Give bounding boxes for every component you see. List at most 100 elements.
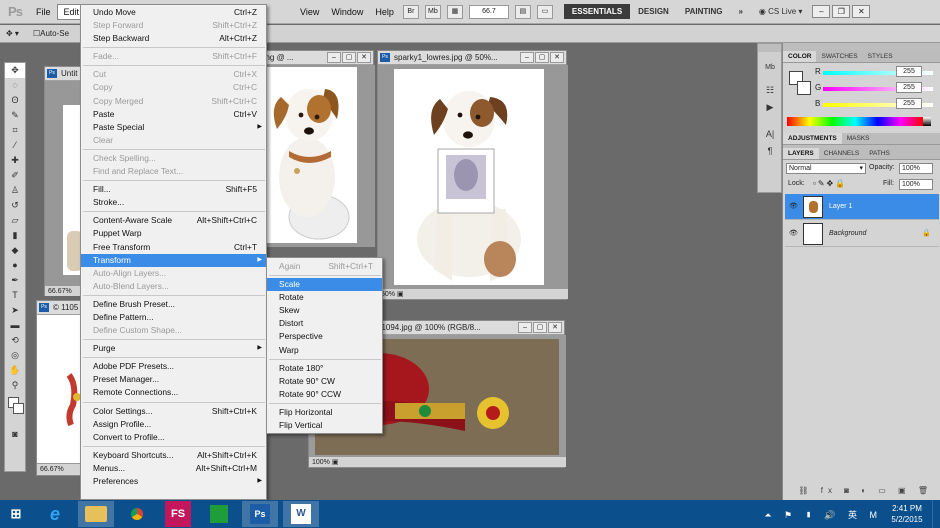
document-tab-1105[interactable]: Ps © 1105	[37, 301, 83, 315]
menu-item-stroke[interactable]: Stroke...	[81, 196, 266, 209]
minibridge-button[interactable]: Mb	[424, 4, 441, 19]
eye-icon[interactable]: 👁	[789, 229, 798, 237]
zoom-tool-icon[interactable]: ⚲	[5, 378, 25, 393]
tab-styles[interactable]: STYLES	[863, 51, 898, 62]
arrange-documents-button[interactable]: ▤	[514, 4, 531, 19]
cs-live-button[interactable]: ◉ CS Live ▾	[751, 4, 810, 19]
eyedropper-tool-icon[interactable]: ⁄	[5, 138, 25, 153]
close-button[interactable]: ✕	[852, 5, 871, 18]
stamp-tool-icon[interactable]: ♙	[5, 183, 25, 198]
transform-item-skew[interactable]: Skew	[267, 304, 382, 317]
zoom-status[interactable]: 100% ▣	[309, 456, 566, 467]
menu-item-transform[interactable]: Transform ▶	[81, 253, 266, 267]
zoom-level-button[interactable]: 66.7	[468, 4, 509, 19]
menu-file[interactable]: File	[30, 5, 57, 19]
layer-row-background[interactable]: 👁 Background 🔒	[785, 221, 939, 247]
bridge-button[interactable]: Br	[402, 4, 419, 19]
workspace-design[interactable]: DESIGN	[630, 4, 677, 19]
menu-window[interactable]: Window	[325, 5, 369, 19]
doc-close-button[interactable]: ✕	[550, 52, 564, 63]
history-panel-icon[interactable]: ☷	[760, 83, 780, 98]
paragraph-panel-icon[interactable]: ¶	[760, 144, 780, 159]
menu-item-keyboard-shortcuts[interactable]: Keyboard Shortcuts... Alt+Shift+Ctrl+K	[81, 449, 266, 462]
transform-item-rotate-180[interactable]: Rotate 180°	[267, 362, 382, 375]
transform-item-flip-horizontal[interactable]: Flip Horizontal	[267, 406, 382, 419]
doc-minimize-button[interactable]: –	[520, 52, 534, 63]
transform-item-distort[interactable]: Distort	[267, 317, 382, 330]
transform-item-scale[interactable]: Scale	[267, 278, 382, 292]
canvas[interactable]	[378, 65, 568, 288]
view-extras-button[interactable]: ▦	[446, 4, 463, 19]
menu-item-free-transform[interactable]: Free Transform Ctrl+T	[81, 241, 266, 254]
lasso-tool-icon[interactable]: ʘ	[5, 93, 25, 108]
restore-button[interactable]: ❐	[832, 5, 851, 18]
workspace-painting[interactable]: PAINTING	[677, 4, 731, 19]
photoshop-taskbar-icon[interactable]: Ps	[242, 501, 278, 527]
menu-item-remote-connections[interactable]: Remote Connections...	[81, 386, 266, 399]
screen-mode-button[interactable]: ▭	[536, 4, 553, 19]
blur-tool-icon[interactable]: ◆	[5, 243, 25, 258]
minimize-button[interactable]: –	[812, 5, 831, 18]
show-desktop-button[interactable]	[932, 500, 940, 528]
move-tool-icon[interactable]: ✥	[5, 63, 25, 78]
blend-mode-select[interactable]: Normal ▾	[786, 163, 866, 174]
tab-paths[interactable]: PATHS	[864, 148, 895, 159]
zoom-status[interactable]: 50% ▣	[378, 288, 568, 299]
doc-maximize-button[interactable]: ▢	[342, 52, 356, 63]
transform-item-rotate-90-cw[interactable]: Rotate 90° CW	[267, 375, 382, 388]
background-color-swatch[interactable]	[797, 81, 811, 95]
minibridge-panel-icon[interactable]: Mb	[760, 60, 780, 75]
more-workspaces-icon[interactable]: »	[730, 4, 750, 19]
transform-item-perspective[interactable]: Perspective	[267, 330, 382, 343]
quick-select-tool-icon[interactable]: ✎	[5, 108, 25, 123]
transform-item-rotate-90-ccw[interactable]: Rotate 90° CCW	[267, 388, 382, 401]
transform-item-flip-vertical[interactable]: Flip Vertical	[267, 419, 382, 432]
opacity-field[interactable]: 100%	[899, 163, 933, 174]
word-taskbar-icon[interactable]: W	[283, 501, 319, 527]
menu-item-convert-to-profile[interactable]: Convert to Profile...	[81, 431, 266, 444]
b-value[interactable]: 255	[896, 98, 922, 109]
menu-item-step-backward[interactable]: Step Backward Alt+Ctrl+Z	[81, 32, 266, 45]
doc-close-button[interactable]: ✕	[357, 52, 371, 63]
menu-item-fill[interactable]: Fill... Shift+F5	[81, 183, 266, 196]
r-value[interactable]: 255	[896, 66, 922, 77]
move-tool-icon[interactable]: ✥ ▾	[6, 29, 19, 38]
menu-item-paste[interactable]: Paste Ctrl+V	[81, 108, 266, 121]
system-tray-icons[interactable]: ⏶ ⚑ ▮ 🔊 英 M	[764, 508, 882, 521]
menu-item-adobe-pdf-presets[interactable]: Adobe PDF Presets...	[81, 360, 266, 373]
crop-tool-icon[interactable]: ⌗	[5, 123, 25, 138]
menu-item-color-settings[interactable]: Color Settings... Shift+Ctrl+K	[81, 405, 266, 418]
tab-color[interactable]: COLOR	[783, 51, 817, 62]
menu-item-content-aware-scale[interactable]: Content-Aware Scale Alt+Shift+Ctrl+C	[81, 214, 266, 227]
shape-tool-icon[interactable]: ▬	[5, 318, 25, 333]
hand-tool-icon[interactable]: ✋	[5, 363, 25, 378]
dodge-tool-icon[interactable]: ●	[5, 258, 25, 273]
eraser-tool-icon[interactable]: ▱	[5, 213, 25, 228]
3d-rotate-tool-icon[interactable]: ⟲	[5, 333, 25, 348]
brush-tool-icon[interactable]: ✐	[5, 168, 25, 183]
workspace-essentials[interactable]: ESSENTIALS	[563, 4, 631, 19]
tab-masks[interactable]: MASKS	[842, 133, 875, 144]
store-icon[interactable]	[201, 501, 237, 527]
menu-view[interactable]: View	[294, 5, 325, 19]
layer-row-layer1[interactable]: 👁 Layer 1	[785, 194, 939, 220]
healing-tool-icon[interactable]: ✚	[5, 153, 25, 168]
color-spectrum[interactable]	[787, 117, 923, 126]
menu-item-undo-move[interactable]: Undo Move Ctrl+Z	[81, 6, 266, 19]
menu-item-define-pattern[interactable]: Define Pattern...	[81, 311, 266, 324]
transform-item-rotate[interactable]: Rotate	[267, 291, 382, 304]
quick-mask-icon[interactable]: ◙	[5, 427, 25, 442]
ie-icon[interactable]: e	[37, 501, 73, 527]
menu-item-paste-special[interactable]: Paste Special ▶	[81, 121, 266, 134]
canvas[interactable]	[259, 65, 375, 247]
bw-ramp[interactable]	[923, 117, 931, 126]
marquee-tool-icon[interactable]: ◌	[5, 78, 25, 93]
menu-help[interactable]: Help	[369, 5, 400, 19]
document-tab-sparky[interactable]: Ps sparky1_lowres.jpg @ 50%... – ▢ ✕	[378, 51, 566, 65]
type-tool-icon[interactable]: T	[5, 288, 25, 303]
canvas[interactable]	[37, 315, 85, 463]
tab-layers[interactable]: LAYERS	[783, 148, 819, 159]
menu-item-puppet-warp[interactable]: Puppet Warp	[81, 227, 266, 240]
history-brush-tool-icon[interactable]: ↺	[5, 198, 25, 213]
chrome-icon[interactable]	[119, 501, 155, 527]
